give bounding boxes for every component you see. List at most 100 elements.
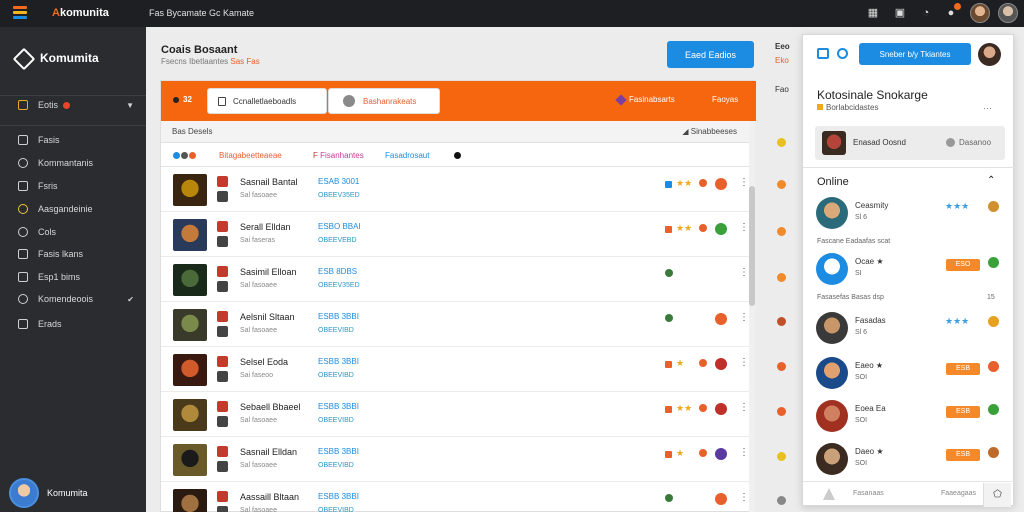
sidebar-item-kommantanis[interactable]: Kommantanis [0,153,146,173]
tag-chip[interactable]: F Fisanhantes [313,151,364,160]
game-name[interactable]: Sasnail Bantal [240,177,298,187]
chevron-up-icon[interactable]: ⌃ [987,175,995,186]
primary-action-button[interactable]: Eaed Eadios [667,41,754,68]
subtitle-link[interactable]: Sas Fas [230,57,259,66]
avatar[interactable] [816,312,848,344]
secondary-avatar[interactable] [998,3,1018,23]
featured-card[interactable]: Enasad Oosnd Dasanoo [815,126,1005,160]
sidebar-item-aasgandeinie[interactable]: Aasgandeinie [0,199,146,219]
avatar[interactable] [816,357,848,389]
game-thumbnail[interactable] [173,354,207,386]
game-thumbnail[interactable] [173,309,207,341]
sidebar-item-fsris[interactable]: Fsris [0,176,146,196]
chevron-down-icon[interactable]: ▼ [126,101,134,110]
invite-button[interactable]: Sneber b/y Tkiantes [859,43,971,65]
avatar[interactable] [816,443,848,475]
friend-item[interactable]: Ocae ★ SI ESO [813,249,1008,291]
status-badge[interactable] [715,403,727,415]
table-row[interactable]: Sasnail Elldan Sal fasoaee ESBB 3BBI OBEEVI… [161,437,749,482]
row-menu-icon[interactable]: ⋮ [739,312,749,323]
table-row[interactable]: Selsel Eoda Sai faseoo ESBB 3BBI OBEEVIBD ★ ⋮ [161,347,749,392]
grid-icon[interactable]: ▦ [866,6,880,20]
sidebar-item-fasis[interactable]: Fasis [0,130,146,150]
status-badge[interactable] [715,448,727,460]
sidebar-item-label: Komendeoois [38,294,94,304]
footer-label[interactable]: Faaeagaas [941,490,976,497]
menu-logo-icon[interactable] [13,6,27,19]
game-name[interactable]: Sasimil Elloan [240,267,297,277]
app-brand[interactable]: Akomunita [52,7,109,19]
table-row[interactable]: Aelsnil Sltaan Sal fasoaee ESBB 3BBI OBEEVI… [161,302,749,347]
search-input[interactable]: Ccnalletlaeboadls [207,88,327,114]
up-arrow-icon[interactable] [823,488,835,500]
filter-option[interactable]: Fasinabsarts [615,94,675,106]
status-badge[interactable] [715,313,727,325]
game-thumbnail[interactable] [173,174,207,206]
sidebar-item-eotis[interactable]: Eotis ▼ [0,95,146,115]
table-row[interactable]: Aassaill Bltaan Sal fasoaee ESBB 3BBI OBEEV… [161,482,749,512]
footer-label[interactable]: Fasanaas [853,490,884,497]
table-row[interactable]: Sasimil Elloan Sal fasoaee ESB 8DBS OBEEV35… [161,257,749,302]
more-options-icon[interactable]: ⋯ [983,103,992,114]
scrollbar[interactable] [749,121,755,512]
friend-item[interactable]: Ceasmity Sl 6 ★★★ [813,193,1008,235]
row-menu-icon[interactable]: ⋮ [739,222,749,233]
category-select[interactable]: Bashanrakeats [328,88,440,114]
row-menu-icon[interactable]: ⋮ [739,402,749,413]
sidebar-user[interactable]: Komumita [9,478,88,508]
row-menu-icon[interactable]: ⋮ [739,492,749,503]
row-menu-icon[interactable]: ⋮ [739,267,749,278]
sidebar-item-esp1-bims[interactable]: Esp1 bims [0,267,146,287]
bell-icon[interactable]: ◔ [919,6,933,20]
table-row[interactable]: Sasnail Bantal Sal fasoaee ESAB 3001 OBEEV3… [161,167,749,212]
image-icon [18,272,28,282]
game-name[interactable]: Aelsnil Sltaan [240,312,295,322]
table-row[interactable]: Serall Elldan Sai faseras ESBO BBAI OBEEVEB… [161,212,749,257]
game-name[interactable]: Aassaill Bltaan [240,492,299,502]
card-action[interactable]: Dasanoo [959,138,991,147]
status-badge[interactable] [715,223,727,235]
tag-chip[interactable]: Fasadrosaut [385,151,429,160]
game-name[interactable]: Serall Elldan [240,222,291,232]
friend-item[interactable]: Fasadas Sl 6 ★★★ [813,308,1008,350]
friend-item[interactable]: Eaeo ★ SOI ESB [813,353,1008,395]
game-name[interactable]: Sasnail Elldan [240,447,297,457]
sidebar-item-fasis-lkans[interactable]: Fasis lkans [0,244,146,264]
calendar-icon[interactable]: ▣ [893,6,907,20]
game-name[interactable]: Selsel Eoda [240,357,288,367]
row-menu-icon[interactable]: ⋮ [739,447,749,458]
chevron-down-icon[interactable]: ✔ [127,295,134,304]
refresh-icon[interactable] [837,48,848,59]
game-thumbnail[interactable] [173,444,207,476]
avatar[interactable] [816,253,848,285]
sidebar-item-cols[interactable]: Cols [0,222,146,242]
user-avatar[interactable] [970,3,990,23]
info-icon[interactable] [454,151,462,160]
avatar[interactable] [978,43,1001,66]
friend-item[interactable]: Eoea Ea SOI ESB [813,396,1008,438]
row-menu-icon[interactable]: ⋮ [739,177,749,188]
avatar[interactable] [816,400,848,432]
sidebar-item-erads[interactable]: Erads [0,314,146,334]
settings-button[interactable]: ⬠ [983,483,1011,507]
column-header[interactable]: Bas Desels [172,127,212,136]
sort-control[interactable]: ◢ Sinabbeeses [682,127,737,136]
table-row[interactable]: Sebaell Bbaeel Sal fasoaee ESBB 3BBI OBEEVI… [161,392,749,437]
row-menu-icon[interactable]: ⋮ [739,357,749,368]
game-thumbnail[interactable] [173,489,207,512]
status-badge[interactable] [715,358,727,370]
avatar[interactable] [816,197,848,229]
status-badge[interactable] [715,178,727,190]
game-thumbnail[interactable] [173,219,207,251]
sidebar-item-komendeoois[interactable]: Komendeoois ✔ [0,289,146,309]
filter-action[interactable]: Faoyas [712,95,738,104]
scrollbar-thumb[interactable] [749,186,755,306]
status-badge[interactable] [715,493,727,505]
game-thumbnail[interactable] [173,399,207,431]
home-icon[interactable] [817,48,829,59]
sidebar-brand[interactable]: Komumita [12,47,99,71]
game-name[interactable]: Sebaell Bbaeel [240,402,301,412]
tag-chip[interactable]: Bitagabeetteaeae [219,151,282,160]
friend-item[interactable]: Daeo ★ SOI ESB [813,439,1008,481]
game-thumbnail[interactable] [173,264,207,296]
